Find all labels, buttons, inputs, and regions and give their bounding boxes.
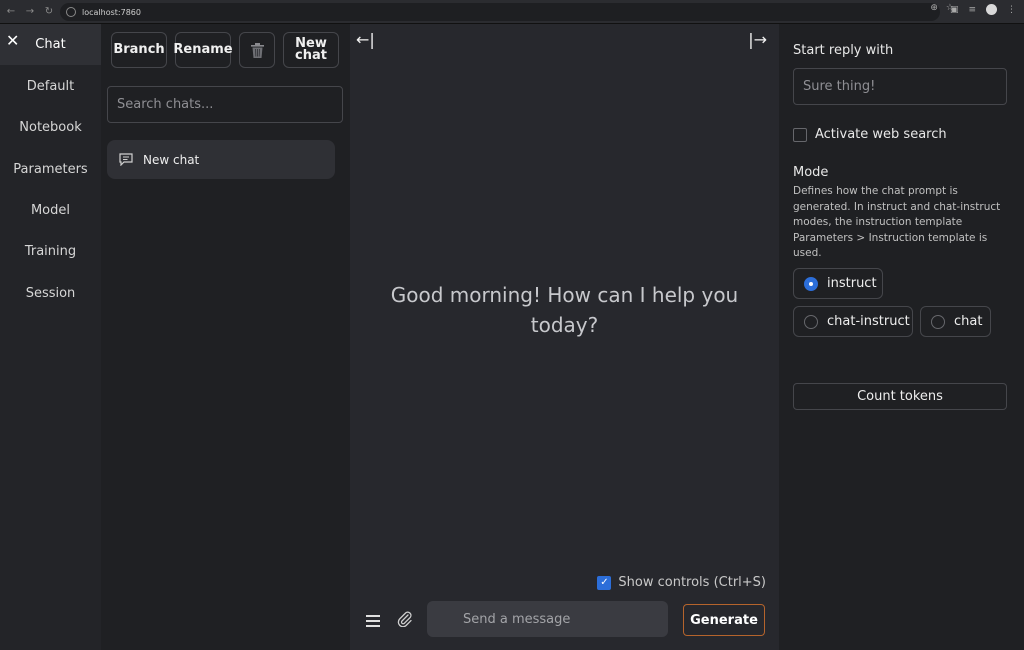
reload-icon[interactable]: ↻ [41, 4, 57, 20]
search-chats-input[interactable] [107, 86, 343, 123]
nav-item-notebook[interactable]: Notebook [0, 107, 101, 148]
mode-option-label: chat [954, 314, 983, 329]
zoom-icon[interactable]: ⊕ [930, 3, 938, 13]
site-info-icon[interactable] [66, 7, 76, 17]
chat-main-area: ←| |→ Good morning! How can I help you t… [350, 24, 779, 650]
mode-option-label: instruct [827, 276, 877, 291]
chat-bubble-icon [119, 153, 133, 166]
show-controls-toggle[interactable]: ✓ Show controls (Ctrl+S) [597, 575, 766, 590]
profile-avatar[interactable] [986, 4, 997, 15]
checkbox-checked-icon[interactable]: ✓ [597, 575, 612, 590]
web-search-label: Activate web search [815, 127, 947, 142]
nav-item-label: Model [30, 203, 71, 218]
nav-item-session[interactable]: Session [0, 273, 101, 314]
radio-unselected-icon[interactable] [931, 314, 945, 329]
mode-label: Mode [793, 165, 829, 180]
show-controls-label: Show controls (Ctrl+S) [618, 575, 766, 590]
left-nav: ✕ Chat Default Notebook Parameters Model… [0, 24, 101, 650]
nav-item-default[interactable]: Default [0, 66, 101, 107]
collapse-left-icon[interactable]: ←| [356, 30, 375, 49]
generate-button[interactable]: Generate [683, 604, 765, 636]
web-search-checkbox[interactable] [793, 128, 807, 142]
new-chat-button[interactable]: New chat [283, 32, 339, 68]
address-bar[interactable]: localhost:7860 [60, 3, 940, 21]
nav-item-label: Session [25, 286, 76, 301]
delete-button[interactable] [239, 32, 275, 68]
media-icon[interactable]: ≡ [968, 5, 976, 15]
chat-list-item[interactable]: New chat [107, 140, 335, 179]
rename-button[interactable]: Rename [173, 32, 233, 68]
nav-item-label: Default [26, 79, 75, 94]
start-reply-label: Start reply with [793, 43, 894, 58]
back-icon[interactable]: ← [3, 4, 19, 20]
chat-title: New chat [143, 152, 200, 167]
nav-item-chat[interactable]: ✕ Chat [0, 24, 101, 65]
close-icon[interactable]: ✕ [6, 31, 19, 50]
nav-item-parameters[interactable]: Parameters [0, 149, 101, 190]
radio-unselected-icon[interactable] [804, 314, 818, 329]
mode-option-chat[interactable]: chat [920, 306, 991, 337]
collapse-right-icon[interactable]: |→ [748, 30, 767, 49]
paperclip-icon[interactable] [396, 610, 413, 631]
trash-icon [250, 42, 264, 58]
nav-item-label: Notebook [19, 120, 82, 135]
extensions-icon[interactable]: ▣ [950, 5, 959, 15]
browser-menu-icon[interactable]: ⋮ [1007, 5, 1016, 15]
mode-option-label: chat-instruct [827, 314, 910, 329]
forward-icon[interactable]: → [22, 4, 38, 20]
message-input[interactable] [427, 601, 668, 637]
radio-selected-icon[interactable] [804, 276, 818, 291]
hamburger-menu-icon[interactable] [366, 612, 380, 631]
count-tokens-button[interactable]: Count tokens [793, 383, 1007, 410]
branch-button[interactable]: Branch [111, 32, 167, 68]
mode-option-chat-instruct[interactable]: chat-instruct [793, 306, 913, 337]
start-reply-input[interactable] [793, 68, 1007, 105]
nav-item-label: Parameters [13, 162, 88, 177]
url-text: localhost:7860 [82, 7, 141, 17]
nav-item-label: Chat [35, 37, 66, 52]
chat-history-panel: Branch Rename New chat New chat [101, 24, 350, 650]
mode-option-instruct[interactable]: instruct [793, 268, 883, 299]
nav-item-model[interactable]: Model [0, 190, 101, 231]
nav-item-label: Training [24, 244, 77, 259]
extension-tools: ▣ ≡ ⋮ [950, 4, 1016, 15]
nav-item-training[interactable]: Training [0, 231, 101, 272]
browser-toolbar: ← → ↻ localhost:7860 ⊕ ☆ ▣ ≡ ⋮ [0, 0, 1024, 24]
controls-panel: Start reply with Activate web search Mod… [779, 24, 1024, 650]
mode-description: Defines how the chat prompt is generated… [793, 185, 1001, 259]
greeting-message: Good morning! How can I help you today? [390, 283, 739, 337]
